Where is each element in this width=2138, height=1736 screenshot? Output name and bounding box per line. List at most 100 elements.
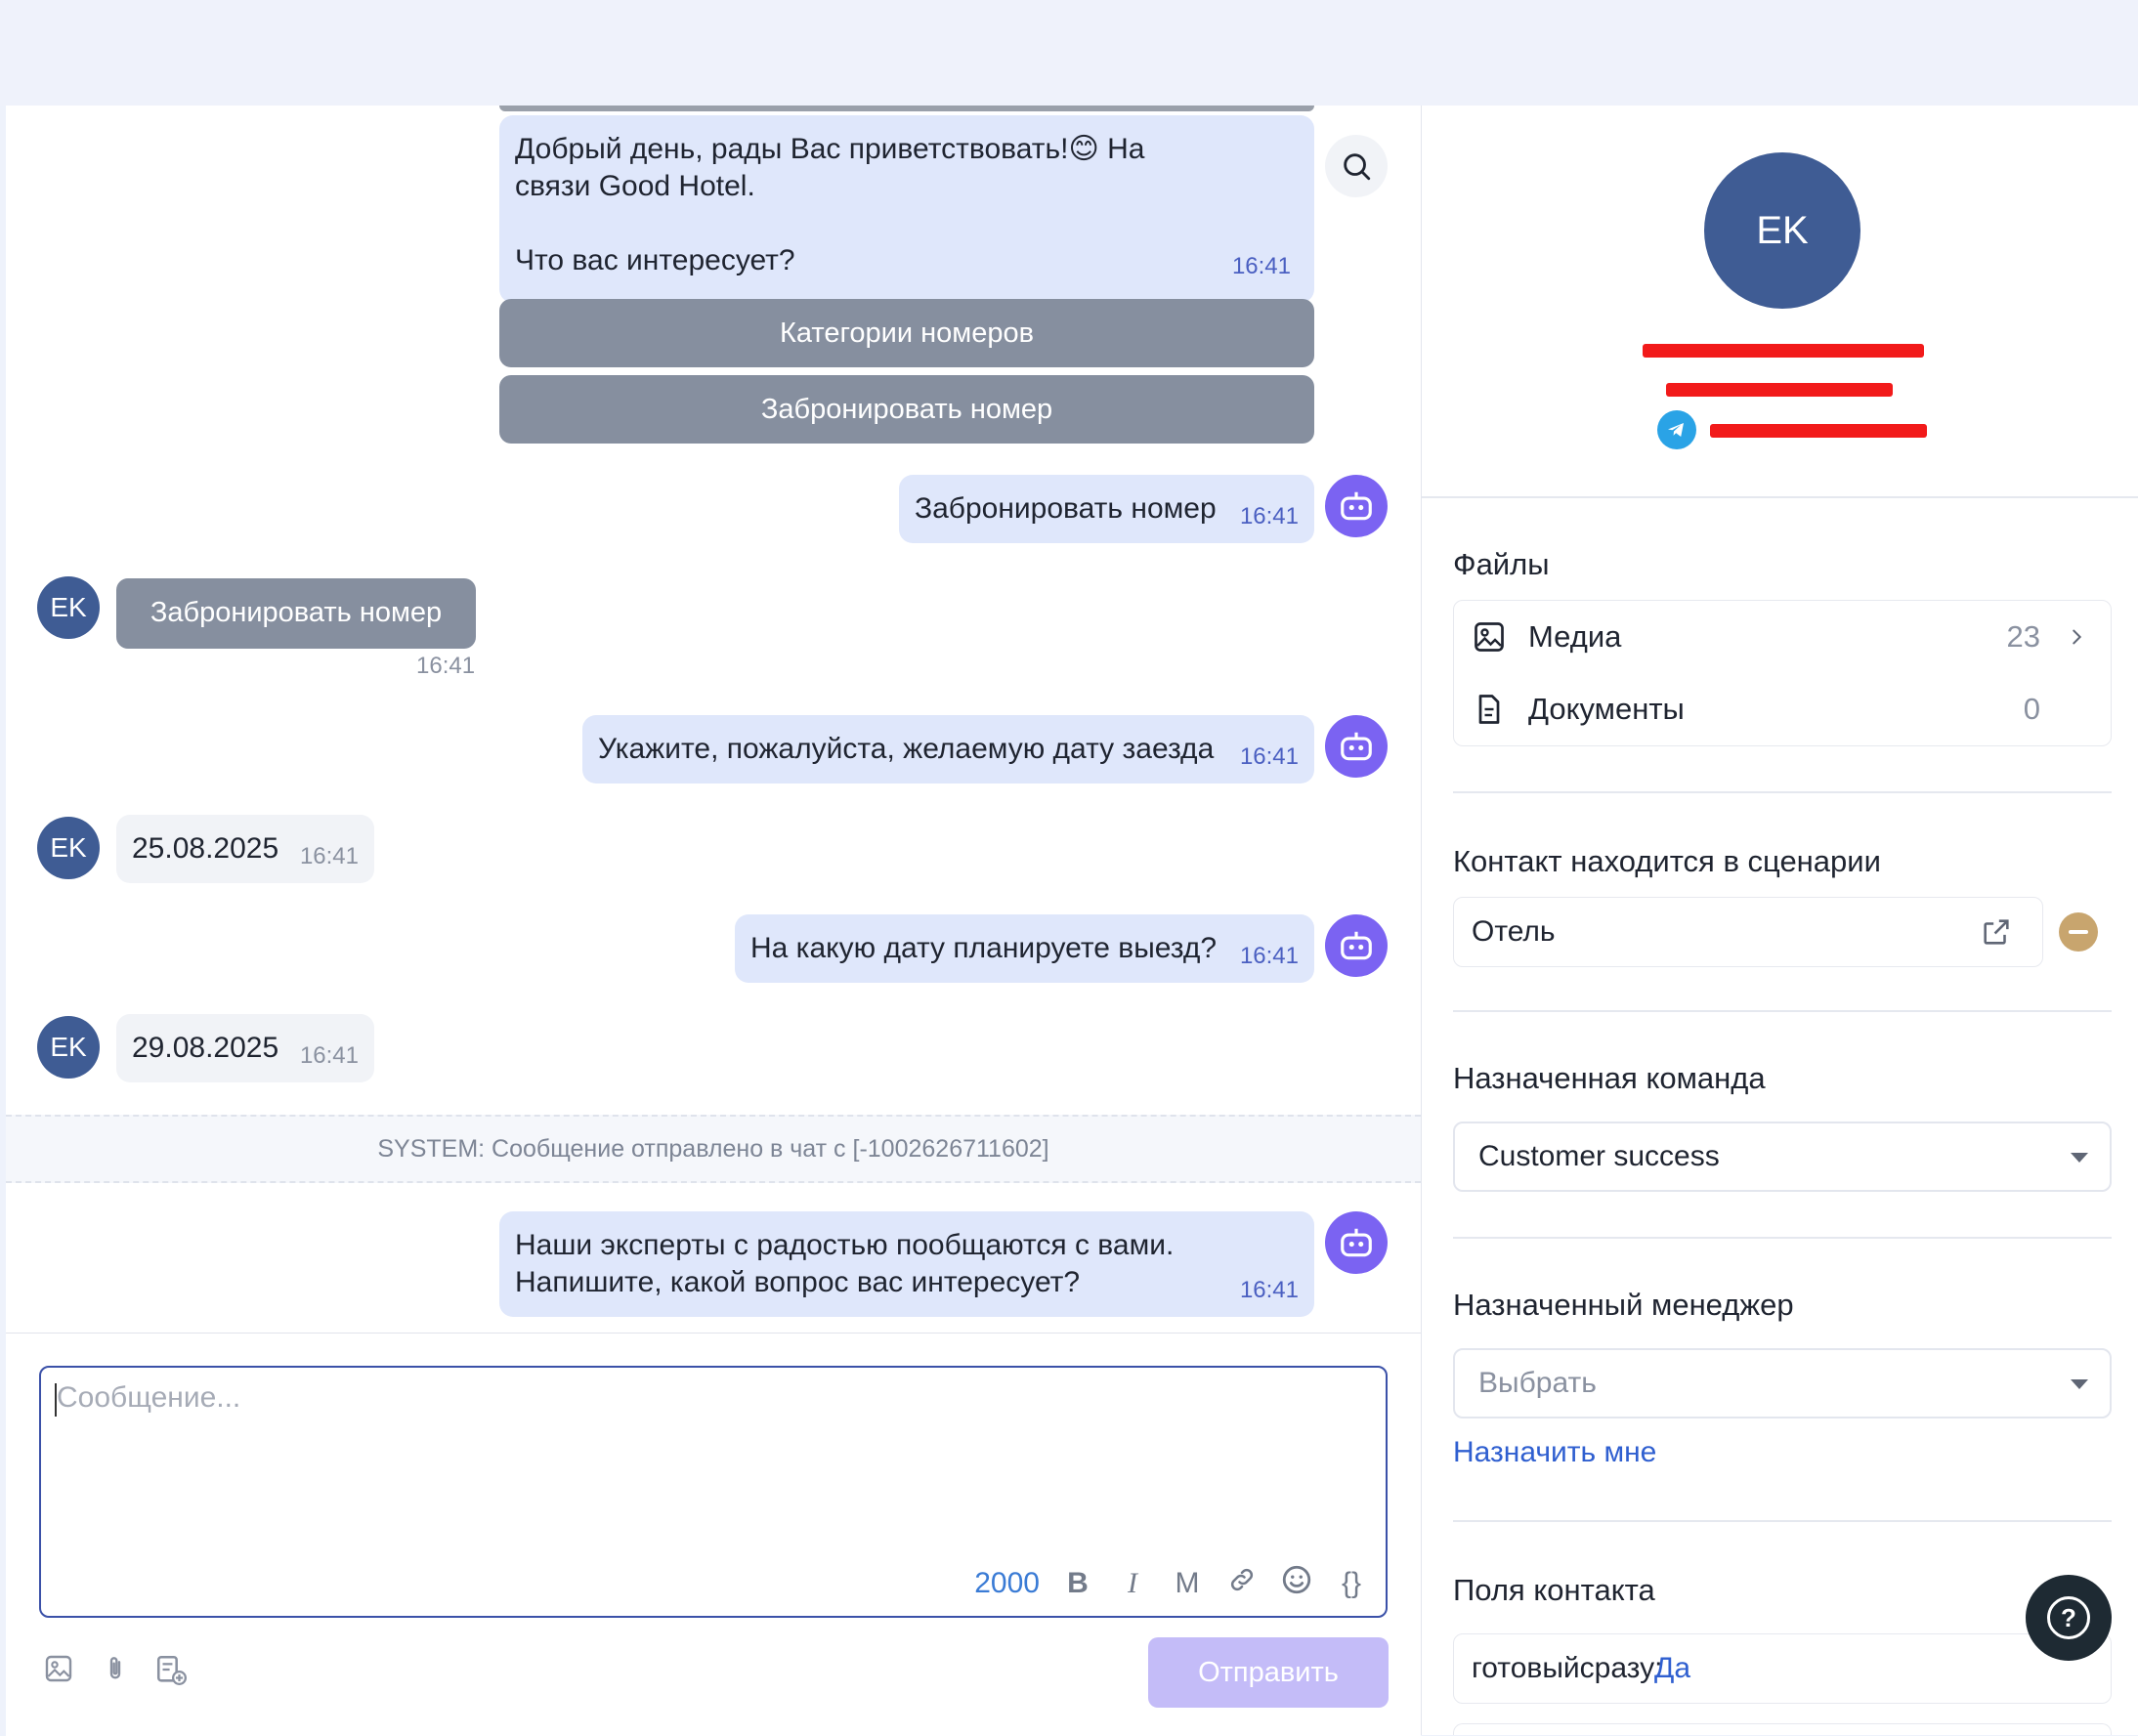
italic-button[interactable]: I bbox=[1116, 1567, 1149, 1600]
contact-avatar: EK bbox=[1704, 152, 1860, 309]
message-time: 16:41 bbox=[1231, 253, 1291, 279]
help-icon: ? bbox=[2047, 1596, 2090, 1639]
bot-avatar bbox=[1325, 1211, 1388, 1274]
monospace-button[interactable]: M bbox=[1171, 1567, 1204, 1600]
message-text: Напишите, какой вопрос вас интересует? bbox=[515, 1266, 1081, 1298]
emoji-button[interactable] bbox=[1280, 1563, 1313, 1604]
message-time: 16:41 bbox=[299, 1042, 359, 1069]
fields-title: Поля контакта bbox=[1453, 1573, 1655, 1607]
files-documents-label: Документы bbox=[1528, 692, 1685, 726]
user-avatar: EK bbox=[37, 1016, 100, 1079]
files-title: Файлы bbox=[1453, 547, 1550, 581]
variables-button[interactable]: {} bbox=[1335, 1567, 1368, 1600]
message-text: 29.08.2025 bbox=[132, 1032, 279, 1064]
bot-message: На какую дату планируете выезд? 16:41 bbox=[735, 914, 1314, 983]
message-text: Добрый день, рады Вас приветствовать!😊 Н… bbox=[515, 133, 1145, 165]
divider bbox=[1422, 496, 2138, 498]
remove-scenario-button[interactable] bbox=[2059, 912, 2098, 952]
emoji-icon bbox=[1282, 1565, 1311, 1594]
chevron-right-icon bbox=[2073, 629, 2082, 645]
team-title: Назначенная команда bbox=[1453, 1061, 1766, 1095]
contact-field-card[interactable]: готовыйсразу: Да bbox=[1453, 1633, 2112, 1704]
bot-message: Добрый день, рады Вас приветствовать!😊 Н… bbox=[499, 115, 1314, 303]
divider bbox=[1453, 791, 2112, 793]
scenario-title: Контакт находится в сценарии bbox=[1453, 844, 1881, 878]
files-media-row[interactable]: Медиа 23 bbox=[1454, 601, 2111, 673]
files-card: Медиа 23 Документы 0 bbox=[1453, 600, 2112, 746]
bot-message: Забронировать номер 16:41 bbox=[899, 475, 1314, 543]
top-bar bbox=[0, 0, 2138, 106]
team-value: Customer success bbox=[1478, 1140, 1720, 1172]
link-icon bbox=[1230, 1568, 1254, 1591]
contact-field-label: готовыйсразу: bbox=[1472, 1652, 1663, 1684]
redacted-name bbox=[1643, 344, 1924, 358]
help-button[interactable]: ? bbox=[2026, 1575, 2112, 1661]
message-placeholder: Сообщение... bbox=[57, 1381, 241, 1414]
image-preview-edge bbox=[499, 106, 1314, 111]
message-time: 16:41 bbox=[416, 653, 476, 679]
user-avatar: EK bbox=[37, 576, 100, 639]
search-button[interactable] bbox=[1325, 135, 1388, 197]
files-media-count: 23 bbox=[2006, 619, 2040, 654]
message-time: 16:41 bbox=[1239, 503, 1299, 529]
bot-message: Наши эксперты с радостью пообщаются с ва… bbox=[499, 1211, 1314, 1317]
message-text: Укажите, пожалуйста, желаемую дату заезд… bbox=[598, 733, 1215, 765]
quick-reply-button[interactable]: Категории номеров bbox=[499, 299, 1314, 367]
user-button-reply: Забронировать номер bbox=[116, 578, 476, 649]
char-counter: 2000 bbox=[974, 1567, 1040, 1599]
message-time: 16:41 bbox=[299, 843, 359, 869]
contact-field-value: Да bbox=[1654, 1652, 1691, 1684]
message-text: Наши эксперты с радостью пообщаются с ва… bbox=[515, 1229, 1175, 1261]
system-message: SYSTEM: Сообщение отправлено в чат с [-1… bbox=[6, 1115, 1421, 1183]
document-icon bbox=[1478, 695, 1500, 724]
divider bbox=[1453, 1010, 2112, 1012]
message-time: 16:41 bbox=[1239, 1277, 1299, 1303]
message-time: 16:41 bbox=[1239, 743, 1299, 770]
bot-avatar bbox=[1325, 715, 1388, 778]
contact-sidebar: EK Файлы Медиа 23 Документы 0 Контакт на… bbox=[1422, 106, 2138, 1735]
message-text: На какую дату планируете выезд? bbox=[750, 932, 1218, 964]
scenario-card[interactable]: Отель bbox=[1453, 897, 2043, 967]
search-icon bbox=[1344, 153, 1371, 181]
bot-icon bbox=[1341, 732, 1372, 761]
user-message: 25.08.2025 16:41 bbox=[116, 815, 374, 883]
link-button[interactable] bbox=[1225, 1565, 1259, 1602]
redacted-id bbox=[1666, 383, 1893, 397]
team-select[interactable]: Customer success bbox=[1453, 1122, 2112, 1192]
template-icon bbox=[156, 1655, 188, 1686]
image-icon bbox=[1475, 622, 1504, 652]
attach-template-button[interactable] bbox=[154, 1653, 190, 1688]
telegram-icon bbox=[1657, 410, 1696, 449]
send-button[interactable]: Отправить bbox=[1148, 1637, 1389, 1708]
attach-file-button[interactable] bbox=[100, 1653, 135, 1688]
bot-avatar bbox=[1325, 914, 1388, 977]
message-text: Что вас интересует? bbox=[515, 244, 795, 276]
scenario-name: Отель bbox=[1472, 915, 1556, 948]
files-documents-row[interactable]: Документы 0 bbox=[1454, 673, 2111, 745]
quick-reply-button[interactable]: Забронировать номер bbox=[499, 375, 1314, 444]
message-text: Забронировать номер bbox=[915, 492, 1217, 525]
message-text: 25.08.2025 bbox=[132, 832, 279, 865]
attach-image-button[interactable] bbox=[43, 1653, 78, 1688]
bot-message: Укажите, пожалуйста, желаемую дату заезд… bbox=[582, 715, 1314, 783]
contact-field-card[interactable] bbox=[1453, 1723, 2112, 1735]
chevron-down-icon bbox=[2071, 1153, 2088, 1163]
chevron-down-icon bbox=[2071, 1379, 2088, 1389]
message-time: 16:41 bbox=[1239, 943, 1299, 969]
bold-button[interactable]: B bbox=[1061, 1567, 1094, 1600]
divider bbox=[1453, 1520, 2112, 1522]
bot-avatar bbox=[1325, 475, 1388, 537]
files-media-label: Медиа bbox=[1528, 619, 1622, 654]
paperclip-icon bbox=[109, 1657, 121, 1679]
files-documents-count: 0 bbox=[2023, 692, 2040, 726]
assign-me-link[interactable]: Назначить мне bbox=[1453, 1436, 1656, 1469]
redacted-username[interactable] bbox=[1710, 424, 1927, 438]
external-link-icon bbox=[1984, 919, 2009, 945]
user-avatar: EK bbox=[37, 817, 100, 879]
bot-icon bbox=[1341, 931, 1372, 960]
manager-title: Назначенный менеджер bbox=[1453, 1288, 1794, 1322]
message-input[interactable]: Сообщение... 2000 B I M {} bbox=[39, 1366, 1388, 1618]
manager-select[interactable]: Выбрать bbox=[1453, 1348, 2112, 1418]
divider bbox=[1453, 1237, 2112, 1239]
bot-icon bbox=[1341, 491, 1372, 521]
